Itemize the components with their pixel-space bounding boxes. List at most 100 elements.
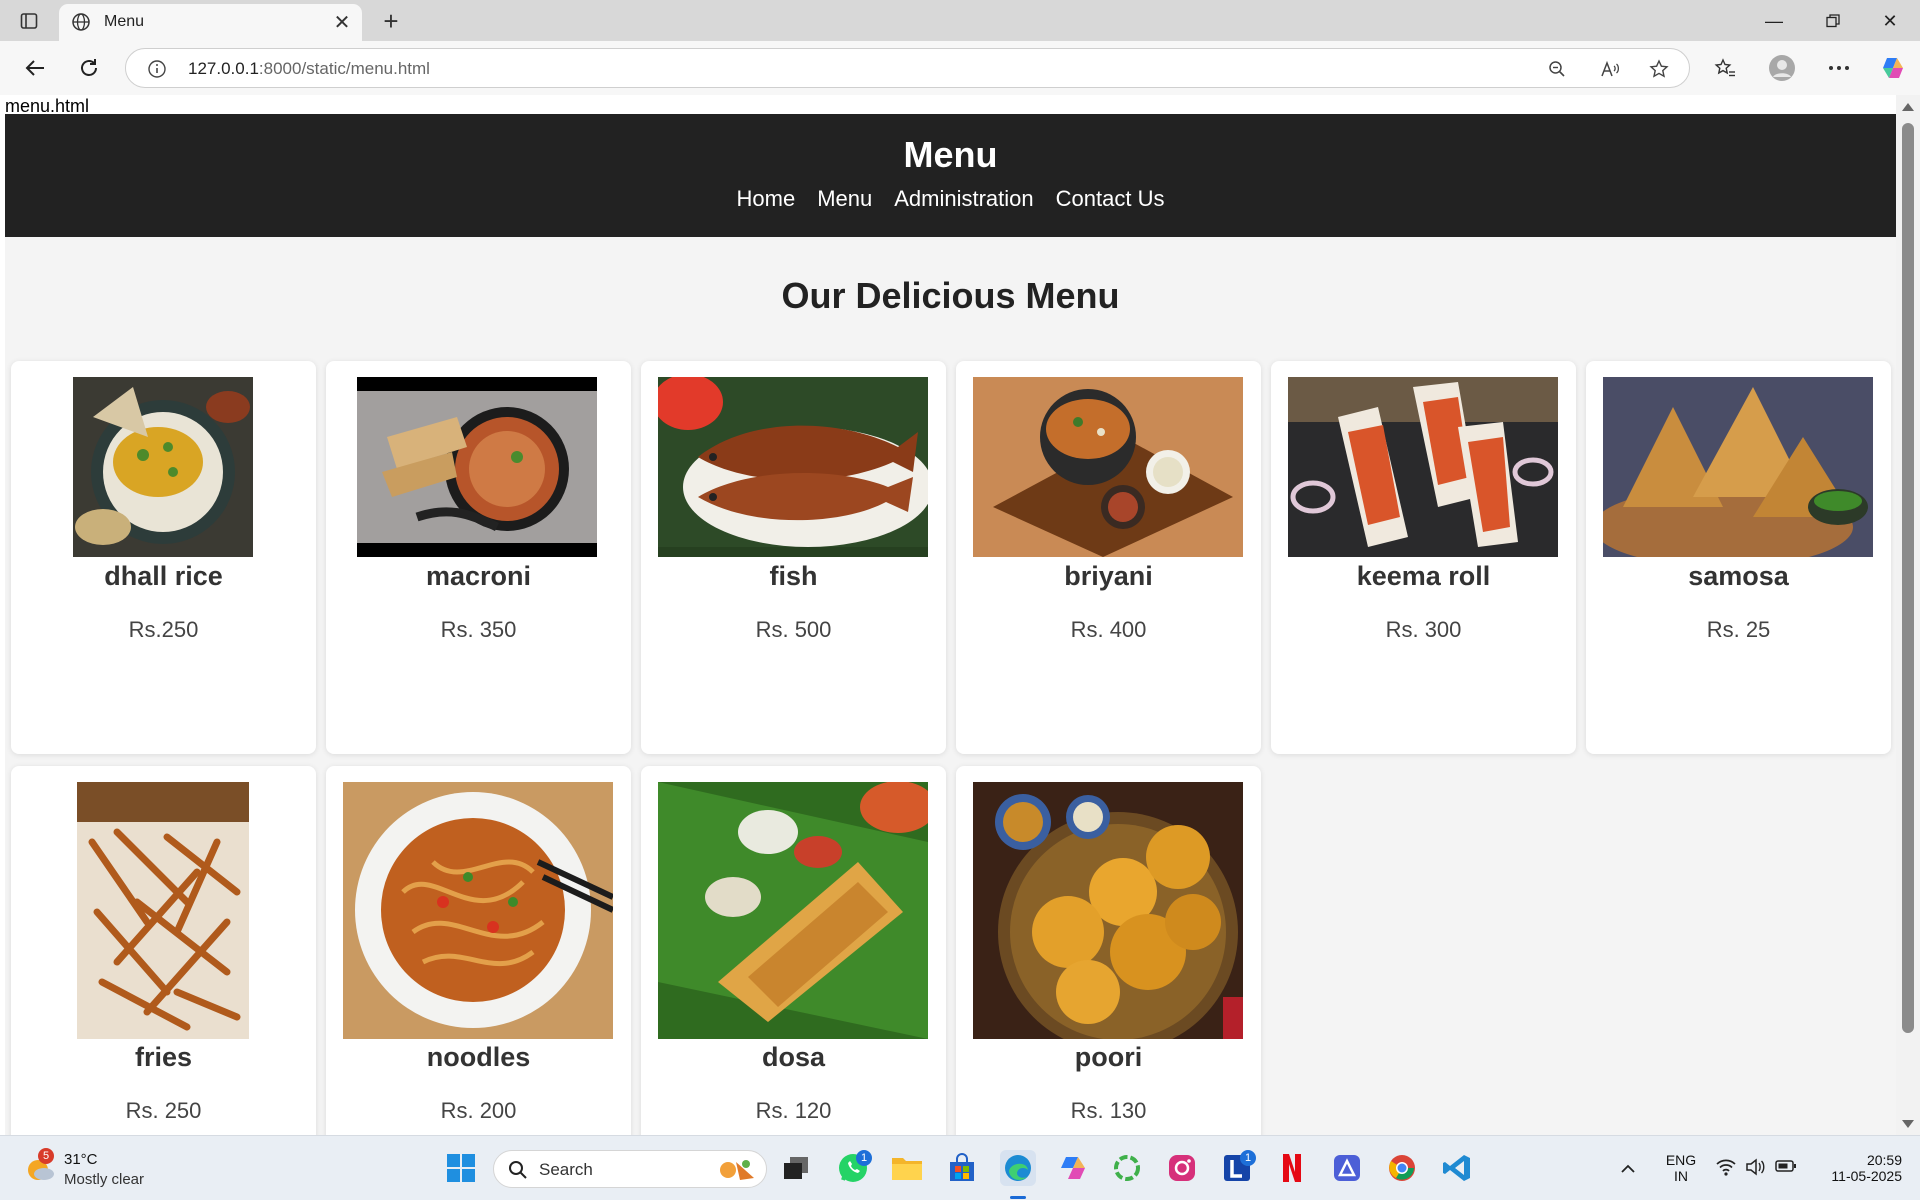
wifi-icon[interactable] <box>1716 1158 1736 1181</box>
url-text: 127.0.0.1:8000/static/menu.html <box>188 59 430 78</box>
item-price: Rs. 25 <box>1706 617 1771 642</box>
item-name: briyani <box>1064 561 1153 591</box>
item-price: Rs. 200 <box>440 1098 517 1123</box>
clock-time: 20:59 <box>1866 1152 1902 1168</box>
item-price: Rs. 130 <box>1070 1098 1147 1123</box>
copilot-taskbar-icon[interactable] <box>1055 1150 1091 1186</box>
address-bar[interactable]: 127.0.0.1:8000/static/menu.html <box>125 48 1690 88</box>
search-highlight-icon <box>714 1156 758 1189</box>
item-name: keema roll <box>1356 561 1491 591</box>
menu-card-keema-roll: keema roll Rs. 300 <box>1271 361 1576 754</box>
weather-desc: Mostly clear <box>64 1171 145 1188</box>
show-hidden-icons[interactable] <box>1614 1150 1642 1186</box>
browser-tab-menu[interactable]: Menu ✕ <box>59 4 362 41</box>
item-price: Rs. 400 <box>1070 617 1147 642</box>
weather-temp: 31°C <box>64 1151 98 1168</box>
header-title: Menu <box>903 134 998 175</box>
dhall-rice-image <box>73 377 253 557</box>
menu-card-noodles: noodles Rs. 200 <box>326 766 631 1135</box>
clock-date: 11-05-2025 <box>1831 1168 1902 1184</box>
samosa-image <box>1603 377 1873 557</box>
menu-card-samosa: samosa Rs. 25 <box>1586 361 1891 754</box>
battery-icon[interactable] <box>1775 1159 1797 1178</box>
item-price: Rs. 120 <box>755 1098 832 1123</box>
zoom-icon[interactable] <box>1546 58 1568 80</box>
briyani-image <box>973 377 1243 557</box>
new-tab-icon[interactable]: + <box>378 6 404 36</box>
item-name: fish <box>769 561 818 591</box>
nav-menu[interactable]: Menu <box>817 186 872 212</box>
tab-title: Menu <box>104 13 145 30</box>
windows-start-icon[interactable] <box>443 1150 479 1186</box>
item-price: Rs. 500 <box>755 617 832 642</box>
item-name: samosa <box>1688 561 1789 591</box>
favorites-icon[interactable] <box>1711 54 1739 82</box>
menu-card-macroni: macroni Rs. 350 <box>326 361 631 754</box>
poori-image <box>973 782 1243 1039</box>
region-code: IN <box>1674 1168 1688 1184</box>
noodles-image <box>343 782 613 1039</box>
item-price: Rs. 250 <box>125 1098 202 1123</box>
search-placeholder: Search <box>539 1160 593 1179</box>
globe-icon <box>71 12 91 32</box>
triangle-app-icon[interactable] <box>1329 1150 1365 1186</box>
task-view-icon[interactable] <box>778 1150 814 1186</box>
weather-badge: 5 <box>38 1148 54 1164</box>
page-scrollbar[interactable] <box>1896 95 1920 1135</box>
read-aloud-icon[interactable] <box>1599 58 1621 80</box>
tab-actions-icon[interactable] <box>17 9 41 33</box>
menu-card-poori: poori Rs. 130 <box>956 766 1261 1135</box>
nav-contact-us[interactable]: Contact Us <box>1056 186 1165 212</box>
dosa-image <box>658 782 928 1039</box>
vscode-icon[interactable] <box>1439 1150 1475 1186</box>
chrome-icon[interactable] <box>1384 1150 1420 1186</box>
favorite-star-icon[interactable] <box>1648 58 1670 80</box>
taskbar-search[interactable]: Search <box>493 1150 767 1188</box>
restore-icon[interactable] <box>1819 8 1847 34</box>
nav-administration[interactable]: Administration <box>894 186 1033 212</box>
instagram-icon[interactable] <box>1164 1150 1200 1186</box>
refresh-icon[interactable] <box>74 53 104 83</box>
item-name: dhall rice <box>104 561 223 591</box>
circle-app-icon[interactable] <box>1109 1150 1145 1186</box>
active-app-indicator <box>1010 1196 1026 1199</box>
volume-icon[interactable] <box>1745 1158 1765 1181</box>
copilot-icon[interactable] <box>1879 54 1907 82</box>
nav-home[interactable]: Home <box>737 186 796 212</box>
page-viewport: menu.html Menu Home Menu Administration … <box>0 95 1920 1135</box>
item-price: Rs. 350 <box>440 617 517 642</box>
scroll-up-icon[interactable] <box>1902 103 1914 111</box>
item-name: dosa <box>761 1042 826 1072</box>
language-code: ENG <box>1665 1152 1697 1168</box>
clock[interactable]: 20:59 11-05-2025 <box>1812 1152 1902 1184</box>
l-app-badge: 1 <box>1240 1150 1256 1166</box>
scrollbar-thumb[interactable] <box>1902 123 1914 1033</box>
menu-card-dosa: dosa Rs. 120 <box>641 766 946 1135</box>
close-tab-icon[interactable]: ✕ <box>331 11 353 34</box>
search-icon <box>508 1160 528 1185</box>
close-window-icon[interactable]: ✕ <box>1876 8 1904 34</box>
edge-browser-icon[interactable] <box>1000 1150 1036 1186</box>
more-options-icon[interactable] <box>1825 54 1853 82</box>
microsoft-store-icon[interactable] <box>944 1150 980 1186</box>
item-name: poori <box>1074 1042 1143 1072</box>
item-name: macroni <box>425 561 532 591</box>
scroll-down-icon[interactable] <box>1902 1120 1914 1128</box>
file-explorer-icon[interactable] <box>889 1150 925 1186</box>
fries-image <box>77 782 249 1039</box>
profile-avatar-icon[interactable] <box>1768 54 1796 82</box>
macroni-image <box>357 377 597 557</box>
back-icon[interactable] <box>20 53 50 83</box>
browser-tab-bar: Menu ✕ + — ✕ <box>0 0 1920 41</box>
item-name: noodles <box>426 1042 531 1072</box>
item-price: Rs. 300 <box>1385 617 1462 642</box>
netflix-icon[interactable] <box>1274 1150 1310 1186</box>
item-price: Rs.250 <box>128 617 199 642</box>
site-info-icon[interactable] <box>147 59 167 79</box>
minimize-icon[interactable]: — <box>1760 8 1788 34</box>
language-indicator[interactable]: ENG IN <box>1664 1152 1698 1184</box>
menu-card-briyani: briyani Rs. 400 <box>956 361 1261 754</box>
menu-card-fish: fish Rs. 500 <box>641 361 946 754</box>
whatsapp-badge: 1 <box>856 1150 872 1166</box>
windows-taskbar: 5 31°C Mostly clear Search 1 1 ENG IN 20… <box>0 1135 1920 1200</box>
